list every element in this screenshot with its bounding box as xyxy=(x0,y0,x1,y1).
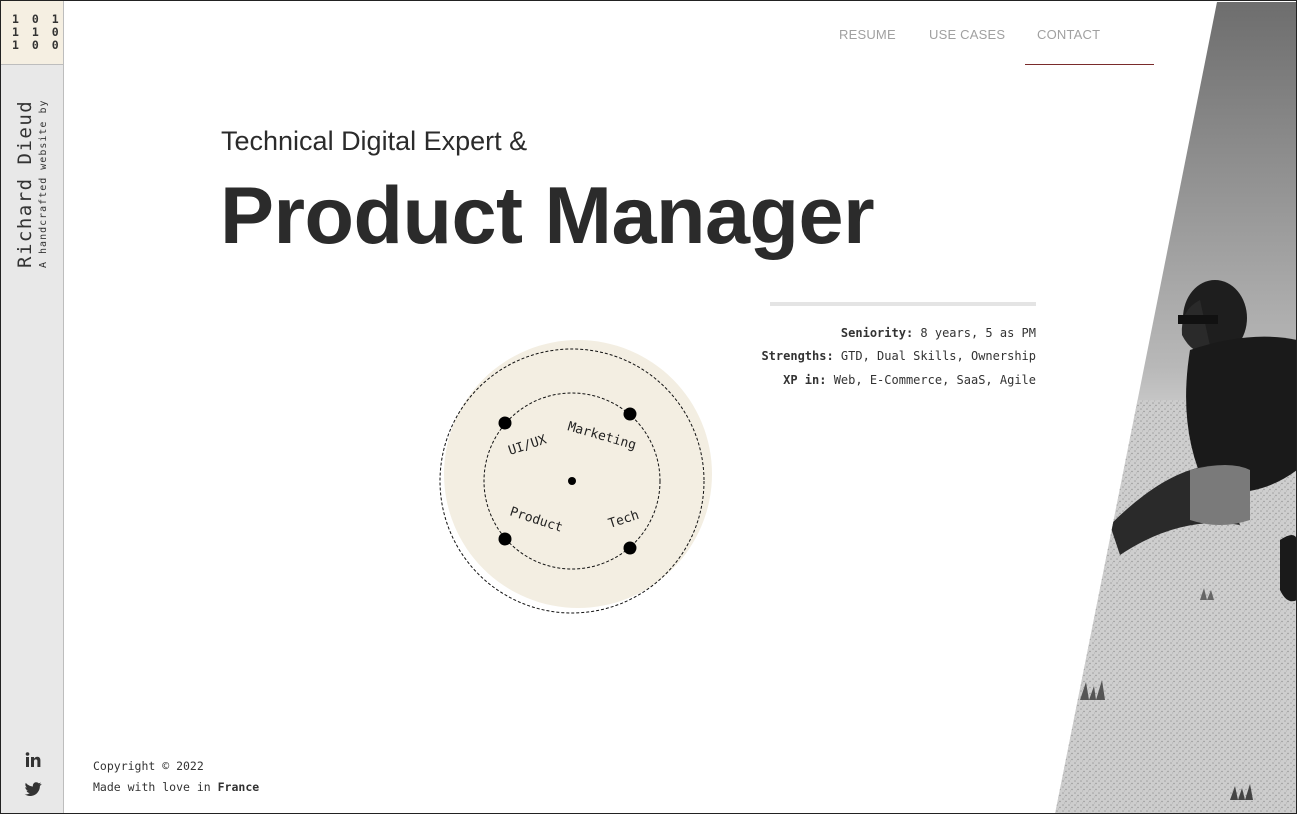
footer-country: France xyxy=(217,780,260,794)
footer-made-prefix: Made with love in xyxy=(93,780,218,794)
site-logo[interactable]: 1 0 1 1 1 0 1 0 0 xyxy=(1,1,63,65)
site-credit: Richard Dieud A handcrafted website by xyxy=(13,93,59,269)
hero-subtitle: Technical Digital Expert & xyxy=(221,126,528,156)
linkedin-icon[interactable] xyxy=(23,750,43,770)
info-seniority: Seniority: 8 years, 5 as PM xyxy=(841,326,1036,340)
nav-contact[interactable]: CONTACT xyxy=(1037,27,1100,42)
logo-row-3: 1 0 0 xyxy=(12,38,62,52)
seniority-value: 8 years, 5 as PM xyxy=(913,326,1036,340)
strengths-value: GTD, Dual Skills, Ownership xyxy=(833,349,1036,363)
nav-use-cases[interactable]: USE CASES xyxy=(929,27,1005,42)
xp-label: XP in: xyxy=(783,373,827,387)
credit-prefix: A handcrafted website by xyxy=(38,99,49,269)
sidebar: 1 0 1 1 1 0 1 0 0 Richard Dieud A handcr… xyxy=(1,1,64,813)
hero-title: Product Manager xyxy=(220,171,875,261)
strengths-label: Strengths: xyxy=(761,349,834,363)
node-product xyxy=(498,532,512,546)
seniority-label: Seniority: xyxy=(840,326,914,340)
diagram-background xyxy=(444,340,712,608)
twitter-icon[interactable] xyxy=(23,779,43,799)
info-strengths: Strengths: GTD, Dual Skills, Ownership xyxy=(761,349,1036,363)
author-name: Richard Dieud xyxy=(14,99,36,268)
info-xp: XP in: Web, E-Commerce, SaaS, Agile xyxy=(783,373,1036,387)
nav-active-indicator xyxy=(1025,64,1154,65)
node-marketing xyxy=(623,407,637,421)
center-dot xyxy=(568,477,576,485)
info-divider xyxy=(770,302,1036,306)
skills-diagram: UI/UX Marketing Product Tech xyxy=(439,340,712,614)
node-tech xyxy=(623,541,637,555)
footer-copyright: Copyright © 2022 xyxy=(93,759,204,773)
nav-resume[interactable]: RESUME xyxy=(839,27,896,42)
xp-value: Web, E-Commerce, SaaS, Agile xyxy=(826,373,1036,387)
footer-made-with-love: Made with love in France xyxy=(93,780,259,794)
node-uiux xyxy=(498,416,512,430)
